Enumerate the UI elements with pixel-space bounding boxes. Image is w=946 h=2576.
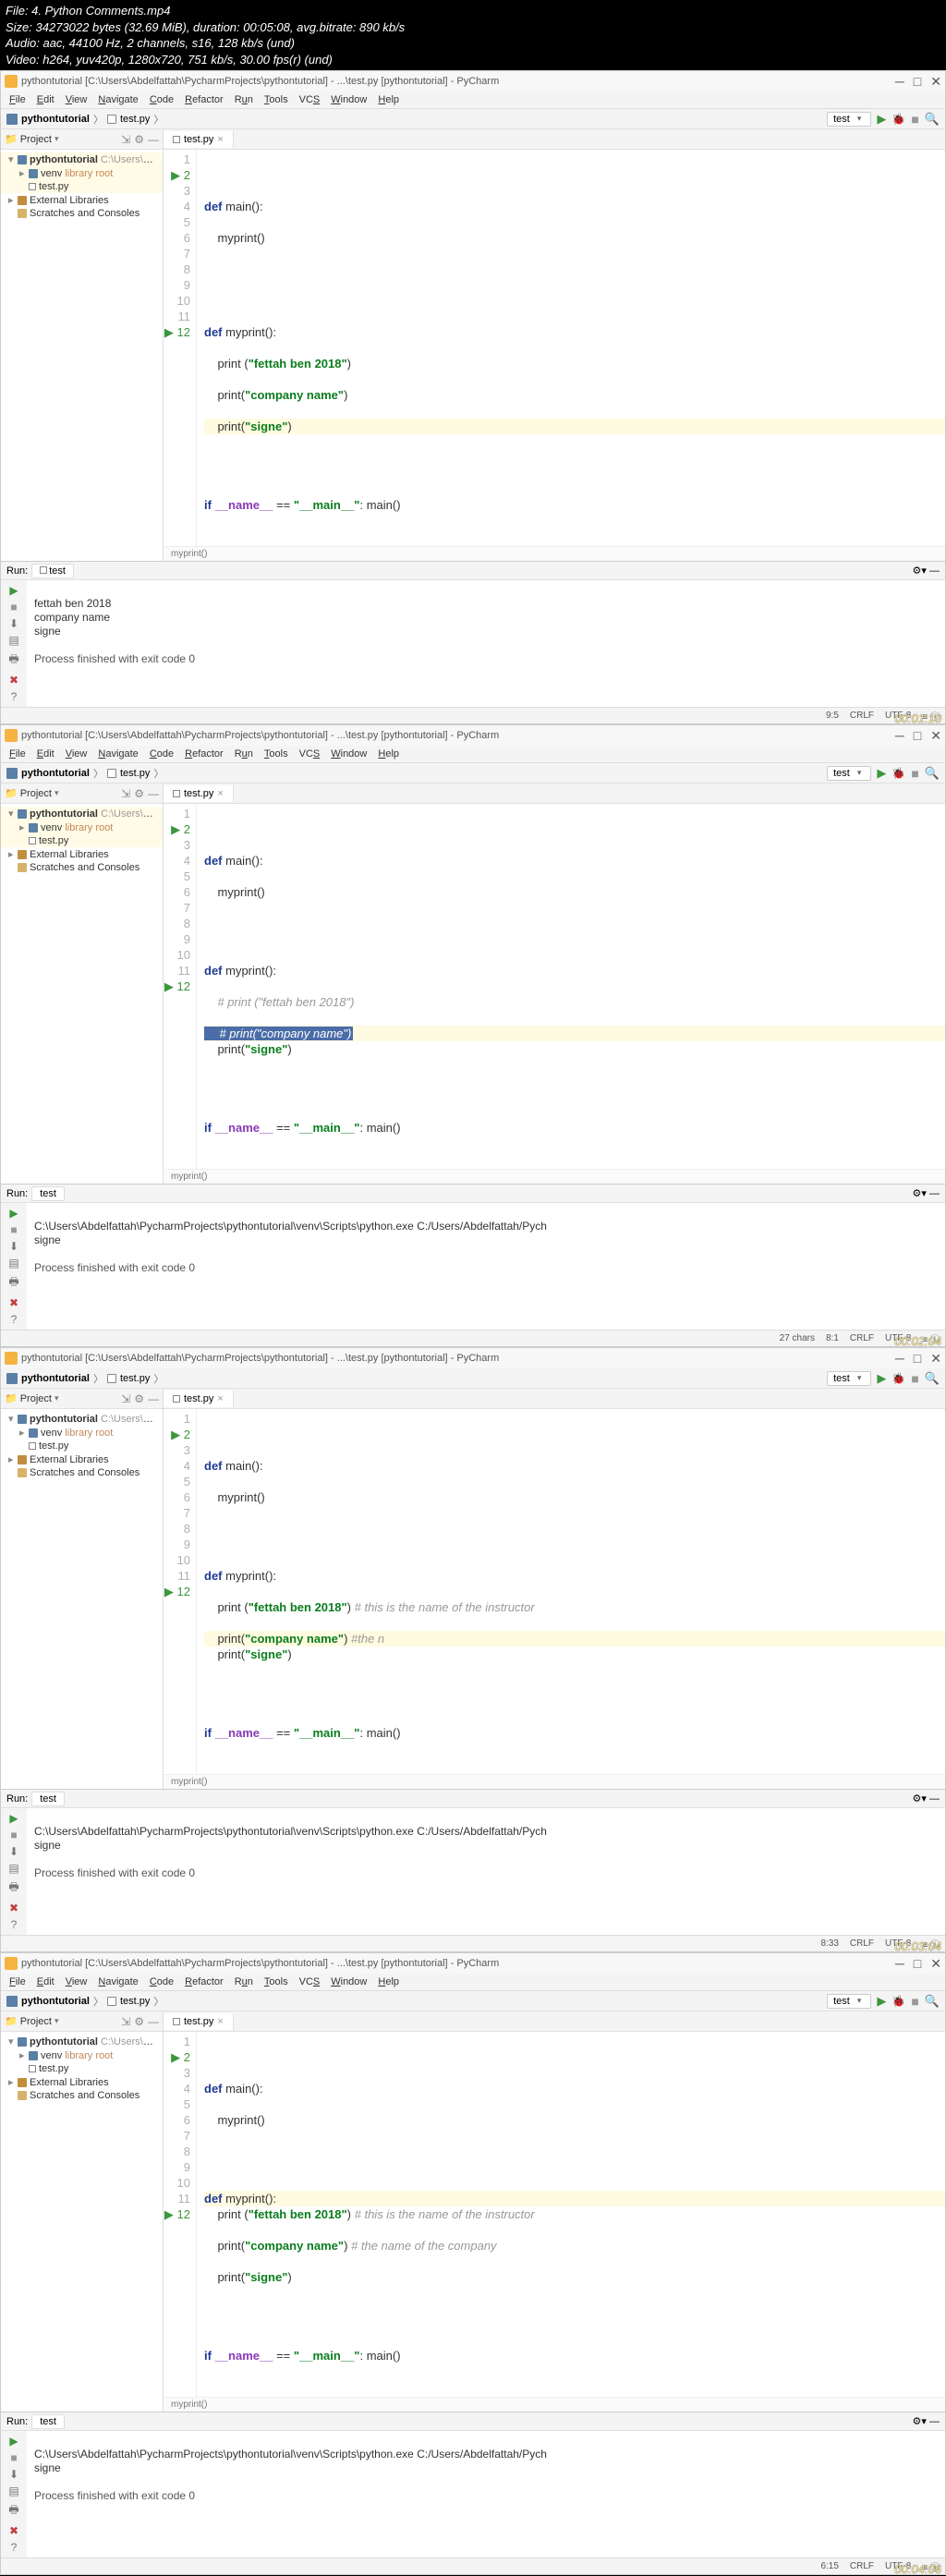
run-toolbar[interactable]: ▶ ■ ⬇ ▤ 🖶 ✖ ? xyxy=(1,580,27,707)
line-gutter[interactable]: 1▶ 234567891011▶ 12 xyxy=(164,150,197,546)
editor[interactable]: test.py × 1▶ 234567891011▶ 12 def main()… xyxy=(164,129,945,561)
gear-icon[interactable]: ⚙ xyxy=(134,133,144,146)
close-icon[interactable]: ✕ xyxy=(930,728,941,744)
menu-run[interactable]: Run xyxy=(230,93,258,106)
collapse-icon[interactable]: ⇲ xyxy=(121,133,130,146)
video-audio: Audio: aac, 44100 Hz, 2 channels, s16, 1… xyxy=(6,35,940,52)
search-icon[interactable]: 🔍 xyxy=(925,112,940,127)
help-icon[interactable]: ? xyxy=(11,690,18,703)
tab-testpy[interactable]: test.py × xyxy=(164,785,234,802)
menu-help[interactable]: Help xyxy=(373,93,404,106)
menu-refactor[interactable]: Refactor xyxy=(180,93,228,106)
encoding: UTF-8 xyxy=(885,711,911,721)
app-icon xyxy=(5,75,18,88)
ide-frame-2: pythontutorial [C:\Users\Abdelfattah\Pyc… xyxy=(0,724,946,1347)
minimize-icon[interactable]: ─ xyxy=(895,728,904,744)
video-size: Size: 34273022 bytes (32.69 MiB), durati… xyxy=(6,19,940,36)
line-sep: CRLF xyxy=(850,711,874,721)
run-icon[interactable]: ▶ xyxy=(877,766,886,781)
menu-file[interactable]: File xyxy=(5,93,30,106)
stop-icon[interactable]: ■ xyxy=(10,601,17,614)
run-config-dropdown[interactable]: test xyxy=(827,112,871,127)
print-icon[interactable]: 🖶 xyxy=(8,650,18,670)
menu-bar[interactable]: File Edit View Navigate Code Refactor Ru… xyxy=(1,91,945,109)
status-bar: 9:5 CRLF UTF-8 ≡ ⓘ 00:01:10 xyxy=(1,707,945,723)
project-tree[interactable]: ▾pythontutorial C:\Users\Abdelfattah\Pyc… xyxy=(1,150,163,223)
menu-tools[interactable]: Tools xyxy=(260,93,293,106)
toolbar-row: pythontutorial 〉 test.py 〉 test ▶ 🐞 ■ 🔍 xyxy=(1,109,945,129)
code-editor[interactable]: def main(): myprint() def myprint(): pri… xyxy=(197,2032,945,2397)
crumb-file[interactable]: test.py xyxy=(120,114,150,125)
stop-icon[interactable]: ■ xyxy=(911,112,918,127)
minimize-icon[interactable]: ─ xyxy=(895,74,904,90)
run-tab[interactable]: test xyxy=(31,564,74,578)
search-icon[interactable]: 🔍 xyxy=(925,766,940,781)
run-output[interactable]: fettah ben 2018 company name signe Proce… xyxy=(27,580,945,707)
project-panel[interactable]: 📁 Project ⇲ ⚙ — ▾pythontutorial C:\Users… xyxy=(1,129,164,561)
folder-icon xyxy=(6,114,18,125)
menu-view[interactable]: View xyxy=(61,93,92,106)
debug-icon[interactable]: 🐞 xyxy=(891,113,905,126)
rerun-icon[interactable]: ▶ xyxy=(9,584,18,597)
layout-icon[interactable]: ▤ xyxy=(8,634,18,647)
close-icon[interactable]: ✕ xyxy=(930,74,941,90)
editor-tabs[interactable]: test.py × xyxy=(164,129,945,150)
hide-icon[interactable]: — xyxy=(148,133,159,146)
debug-icon[interactable]: 🐞 xyxy=(891,767,905,780)
caret-pos: 9:5 xyxy=(826,711,839,721)
run-icon[interactable]: ▶ xyxy=(877,112,886,127)
stop-icon[interactable]: ■ xyxy=(911,766,918,781)
video-video: Video: h264, yuv420p, 1280x720, 751 kb/s… xyxy=(6,52,940,68)
code-editor[interactable]: def main(): myprint() def myprint(): pri… xyxy=(197,1409,945,1774)
run-output[interactable]: C:\Users\Abdelfattah\PycharmProjects\pyt… xyxy=(27,1203,945,1330)
run-panel[interactable]: Run: test ⚙▾ — ▶ ■ ⬇ ▤ 🖶 ✖ ? fettah ben … xyxy=(1,561,945,707)
close-tab-icon[interactable]: × xyxy=(217,134,223,145)
crumb-project[interactable]: pythontutorial xyxy=(21,114,90,125)
gear-icon[interactable]: ⚙▾ xyxy=(913,565,927,577)
menu-code[interactable]: Code xyxy=(145,93,178,106)
menu-edit[interactable]: Edit xyxy=(32,93,59,106)
delete-icon[interactable]: ✖ xyxy=(9,674,18,687)
down-icon[interactable]: ⬇ xyxy=(9,617,18,630)
video-file: File: 4. Python Comments.mp4 xyxy=(6,3,940,19)
function-breadcrumb[interactable]: myprint() xyxy=(164,546,945,561)
menu-vcs[interactable]: VCS xyxy=(295,93,325,106)
maximize-icon[interactable]: □ xyxy=(914,728,921,744)
run-label: Run: xyxy=(6,565,28,577)
run-config-dropdown[interactable]: test xyxy=(827,766,871,781)
tab-testpy[interactable]: test.py × xyxy=(164,131,234,148)
menu-navigate[interactable]: Navigate xyxy=(93,93,142,106)
title-bar[interactable]: pythontutorial [C:\Users\Abdelfattah\Pyc… xyxy=(1,71,945,91)
ide-frame-4: pythontutorial [C:\Users\Abdelfattah\Pyc… xyxy=(0,1952,946,2575)
menu-window[interactable]: Window xyxy=(326,93,371,106)
hide-run-icon[interactable]: — xyxy=(929,565,940,577)
code-editor[interactable]: def main(): myprint() def myprint(): # p… xyxy=(197,804,945,1169)
video-metadata: File: 4. Python Comments.mp4 Size: 34273… xyxy=(0,0,946,70)
ide-frame-3: pythontutorial [C:\Users\Abdelfattah\Pyc… xyxy=(0,1347,946,1952)
project-label[interactable]: 📁 Project xyxy=(5,133,58,145)
maximize-icon[interactable]: □ xyxy=(914,74,921,90)
python-file-icon xyxy=(107,115,116,124)
window-title: pythontutorial [C:\Users\Abdelfattah\Pyc… xyxy=(21,76,895,87)
code-editor[interactable]: def main(): myprint() def myprint(): pri… xyxy=(197,150,945,546)
ide-frame-1: pythontutorial [C:\Users\Abdelfattah\Pyc… xyxy=(0,70,946,724)
